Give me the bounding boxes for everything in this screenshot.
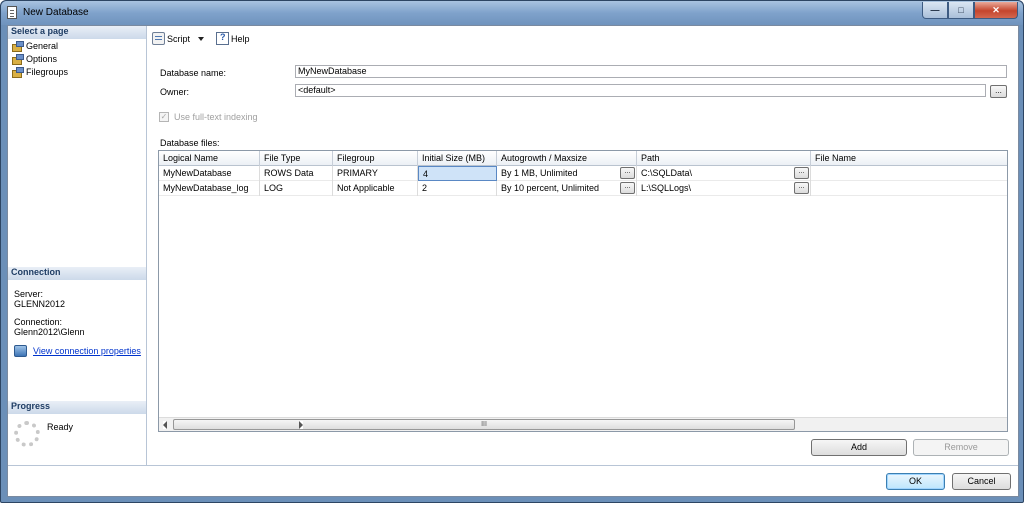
dialog-client: Select a page General Options Filegroups… (7, 25, 1019, 497)
grid-header: Logical Name File Type Filegroup Initial… (159, 151, 1007, 166)
scroll-right-icon[interactable] (299, 421, 303, 429)
horizontal-scrollbar[interactable]: III (159, 417, 1007, 431)
select-page-header: Select a page (8, 26, 146, 39)
table-row[interactable]: MyNewDatabase ROWS Data PRIMARY 4 By 1 M… (159, 166, 1007, 181)
dropdown-arrow-icon[interactable] (198, 36, 205, 41)
page-icon (12, 66, 24, 78)
connection-info: Server: GLENN2012 Connection: Glenn2012\… (14, 289, 85, 337)
cell-file-name[interactable] (811, 181, 1007, 196)
owner-label: Owner: (160, 87, 190, 97)
remove-button[interactable]: Remove (913, 439, 1009, 456)
cell-logical-name[interactable]: MyNewDatabase_log (159, 181, 260, 196)
connection-header: Connection (8, 267, 146, 280)
col-file-type[interactable]: File Type (260, 151, 333, 166)
connection-value: Glenn2012\Glenn (14, 327, 85, 337)
close-button[interactable]: ✕ (974, 2, 1018, 19)
dialog-window: New Database — □ ✕ Select a page General… (0, 0, 1024, 503)
col-file-name[interactable]: File Name (811, 151, 1007, 166)
server-label: Server: (14, 289, 44, 299)
connection-properties-icon (14, 345, 27, 357)
cell-file-type[interactable]: LOG (260, 181, 333, 196)
window-title: New Database (23, 7, 89, 18)
page-filegroups-label: Filegroups (26, 66, 69, 77)
database-files-grid[interactable]: Logical Name File Type Filegroup Initial… (158, 150, 1008, 432)
progress-area: Ready (14, 421, 73, 447)
cell-autogrowth[interactable]: By 10 percent, Unlimited (497, 181, 637, 196)
progress-spinner-icon (14, 421, 40, 447)
cell-filegroup[interactable]: PRIMARY (333, 166, 418, 181)
cell-logical-name[interactable]: MyNewDatabase (159, 166, 260, 181)
path-browse-button[interactable]: ... (794, 167, 809, 179)
table-row[interactable]: MyNewDatabase_log LOG Not Applicable 2 B… (159, 181, 1007, 196)
view-connection-link[interactable]: View connection properties (33, 346, 141, 356)
cell-autogrowth[interactable]: By 1 MB, Unlimited (497, 166, 637, 181)
fulltext-checkbox[interactable]: ✓ (159, 112, 169, 122)
col-logical-name[interactable]: Logical Name (159, 151, 260, 166)
title-bar[interactable]: New Database — □ ✕ (1, 1, 1023, 25)
database-name-input[interactable]: MyNewDatabase (295, 65, 1007, 78)
cell-initial-size[interactable]: 4 (418, 166, 497, 181)
page-general-label: General (26, 40, 59, 51)
window-controls: — □ ✕ (922, 2, 1018, 19)
col-path[interactable]: Path (637, 151, 811, 166)
view-connection-properties[interactable]: View connection properties (14, 345, 141, 357)
minimize-button[interactable]: — (922, 2, 948, 19)
help-label: Help (231, 33, 250, 44)
col-initial-size[interactable]: Initial Size (MB) (418, 151, 497, 166)
help-icon (216, 32, 230, 45)
script-label: Script (167, 33, 191, 44)
database-icon (7, 6, 17, 19)
cell-path[interactable]: L:\SQLLogs\ (637, 181, 811, 196)
cell-filegroup[interactable]: Not Applicable (333, 181, 418, 196)
maximize-button[interactable]: □ (948, 2, 974, 19)
close-icon: ✕ (992, 4, 1000, 15)
owner-browse-button[interactable]: ... (990, 85, 1007, 98)
minimize-icon: — (930, 5, 940, 15)
script-button[interactable]: Script (152, 32, 210, 45)
maximize-icon: □ (958, 5, 964, 15)
toolbar: Script Help (152, 31, 256, 46)
dialog-footer: OK Cancel (8, 465, 1018, 496)
page-options-label: Options (26, 53, 58, 64)
connection-label: Connection: (14, 317, 63, 327)
autogrowth-browse-button[interactable]: ... (620, 182, 635, 194)
page-options[interactable]: Options (8, 52, 146, 65)
path-browse-button[interactable]: ... (794, 182, 809, 194)
cancel-button[interactable]: Cancel (952, 473, 1011, 490)
database-files-label: Database files: (160, 138, 220, 148)
add-button[interactable]: Add (811, 439, 907, 456)
autogrowth-browse-button[interactable]: ... (620, 167, 635, 179)
cell-file-type[interactable]: ROWS Data (260, 166, 333, 181)
database-name-label: Database name: (160, 68, 227, 78)
progress-status: Ready (47, 422, 74, 432)
page-icon (12, 40, 24, 52)
right-pane: Script Help Database name: MyNewDatabase… (148, 26, 1018, 465)
left-pane: Select a page General Options Filegroups… (8, 26, 147, 465)
progress-header: Progress (8, 401, 146, 414)
page-general[interactable]: General (8, 39, 146, 52)
scroll-thumb[interactable]: III (173, 419, 795, 430)
cell-path[interactable]: C:\SQLData\ (637, 166, 811, 181)
cell-file-name[interactable] (811, 166, 1007, 181)
script-icon (152, 32, 165, 45)
fulltext-label: Use full-text indexing (174, 112, 258, 122)
col-autogrowth[interactable]: Autogrowth / Maxsize (497, 151, 637, 166)
col-filegroup[interactable]: Filegroup (333, 151, 418, 166)
owner-input[interactable]: <default> (295, 84, 986, 97)
ok-button[interactable]: OK (886, 473, 945, 490)
page-icon (12, 53, 24, 65)
cell-initial-size[interactable]: 2 (418, 181, 497, 196)
page-filegroups[interactable]: Filegroups (8, 65, 146, 78)
server-value: GLENN2012 (14, 299, 66, 309)
help-button[interactable]: Help (216, 32, 250, 45)
scroll-left-icon[interactable] (163, 421, 167, 429)
